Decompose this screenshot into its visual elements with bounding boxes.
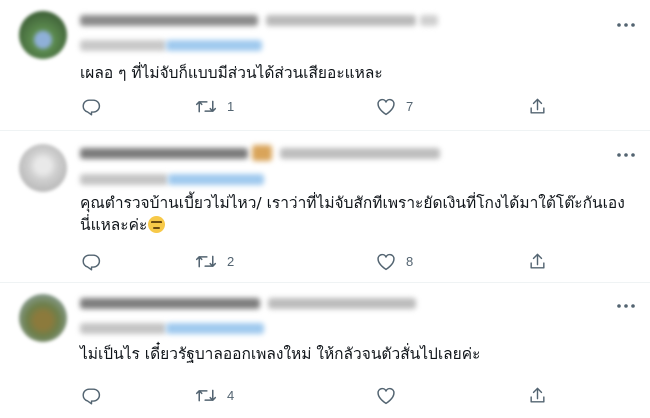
like-count: 8 xyxy=(406,253,414,269)
more-icon[interactable] xyxy=(616,302,636,310)
avatar[interactable] xyxy=(19,11,67,59)
blurred-timestamp xyxy=(420,15,438,26)
reply-icon xyxy=(82,253,101,271)
like-icon xyxy=(377,387,395,404)
retweet-button[interactable]: 1 xyxy=(195,95,234,117)
tweet-actions: 4 xyxy=(80,384,550,406)
blurred-mention-link[interactable] xyxy=(166,323,264,334)
blurred-user-handle[interactable] xyxy=(268,298,416,309)
tweet-3[interactable]: ไม่เป็นไร เดี๋ยวรัฐบาลออกเพลงใหม่ ให้กลั… xyxy=(0,282,650,418)
tweet-text-line: ไม่เป็นไร เดี๋ยวรัฐบาลออกเพลงใหม่ ให้กลั… xyxy=(80,345,481,363)
blurred-user-name[interactable] xyxy=(80,15,258,26)
like-button[interactable] xyxy=(376,384,406,406)
tweet-text: ไม่เป็นไร เดี๋ยวรัฐบาลออกเพลงใหม่ ให้กลั… xyxy=(80,343,632,365)
retweet-button[interactable]: 2 xyxy=(195,250,234,272)
tweet-text-line: นี่แหละค่ะ xyxy=(80,216,148,234)
tweet-text: เผลอ ๆ ที่ไม่จับก็แบบมีส่วนได้ส่วนเสียอะ… xyxy=(80,62,632,84)
reply-button[interactable] xyxy=(82,95,111,117)
share-icon xyxy=(530,387,545,403)
reply-button[interactable] xyxy=(82,384,111,406)
blurred-mention-link[interactable] xyxy=(168,174,264,185)
retweet-count: 1 xyxy=(227,98,235,114)
like-button[interactable]: 8 xyxy=(376,250,413,272)
retweet-count: 4 xyxy=(227,387,235,403)
retweet-icon xyxy=(195,389,217,401)
share-button[interactable] xyxy=(528,95,547,117)
blurred-user-handle[interactable] xyxy=(266,15,416,26)
like-icon xyxy=(377,98,395,115)
tweet-text-line-2: นี่แหละค่ะ xyxy=(80,214,632,236)
blurred-user-name[interactable] xyxy=(80,298,260,309)
blurred-reply-to xyxy=(80,323,166,334)
retweet-count: 2 xyxy=(227,253,235,269)
share-icon xyxy=(530,98,545,114)
tweet-text-line: คุณตำรวจบ้านเบี้ยวไม่ไหว/ เราว่าที่ไม่จั… xyxy=(80,194,625,212)
share-icon xyxy=(530,253,545,269)
reply-icon xyxy=(82,98,101,116)
like-icon xyxy=(377,253,395,270)
tweet-text-line: เผลอ ๆ ที่ไม่จับก็แบบมีส่วนได้ส่วนเสียอะ… xyxy=(80,64,383,82)
blurred-mention-link[interactable] xyxy=(166,40,262,51)
retweet-icon xyxy=(195,255,217,267)
more-icon[interactable] xyxy=(616,21,636,29)
reply-button[interactable] xyxy=(82,250,111,272)
unamused-face-emoji xyxy=(148,216,166,233)
reply-icon xyxy=(82,387,101,405)
tweet-2[interactable]: คุณตำรวจบ้านเบี้ยวไม่ไหว/ เราว่าที่ไม่จั… xyxy=(0,130,650,282)
like-button[interactable]: 7 xyxy=(376,95,413,117)
like-count: 7 xyxy=(406,98,414,114)
blurred-badge xyxy=(252,145,272,161)
blurred-user-handle[interactable] xyxy=(280,148,440,159)
tweet-actions: 1 7 xyxy=(80,95,550,117)
share-button[interactable] xyxy=(528,250,547,272)
tweet-text: คุณตำรวจบ้านเบี้ยวไม่ไหว/ เราว่าที่ไม่จั… xyxy=(80,192,632,236)
blurred-reply-to xyxy=(80,40,166,51)
avatar[interactable] xyxy=(19,144,67,192)
tweet-actions: 2 8 xyxy=(80,250,550,272)
avatar[interactable] xyxy=(19,294,67,342)
share-button[interactable] xyxy=(528,384,547,406)
tweet-1[interactable]: เผลอ ๆ ที่ไม่จับก็แบบมีส่วนได้ส่วนเสียอะ… xyxy=(0,0,650,130)
retweet-icon xyxy=(195,100,217,112)
retweet-button[interactable]: 4 xyxy=(195,384,234,406)
blurred-reply-to xyxy=(80,174,168,185)
blurred-user-name[interactable] xyxy=(80,148,248,159)
more-icon[interactable] xyxy=(616,151,636,159)
